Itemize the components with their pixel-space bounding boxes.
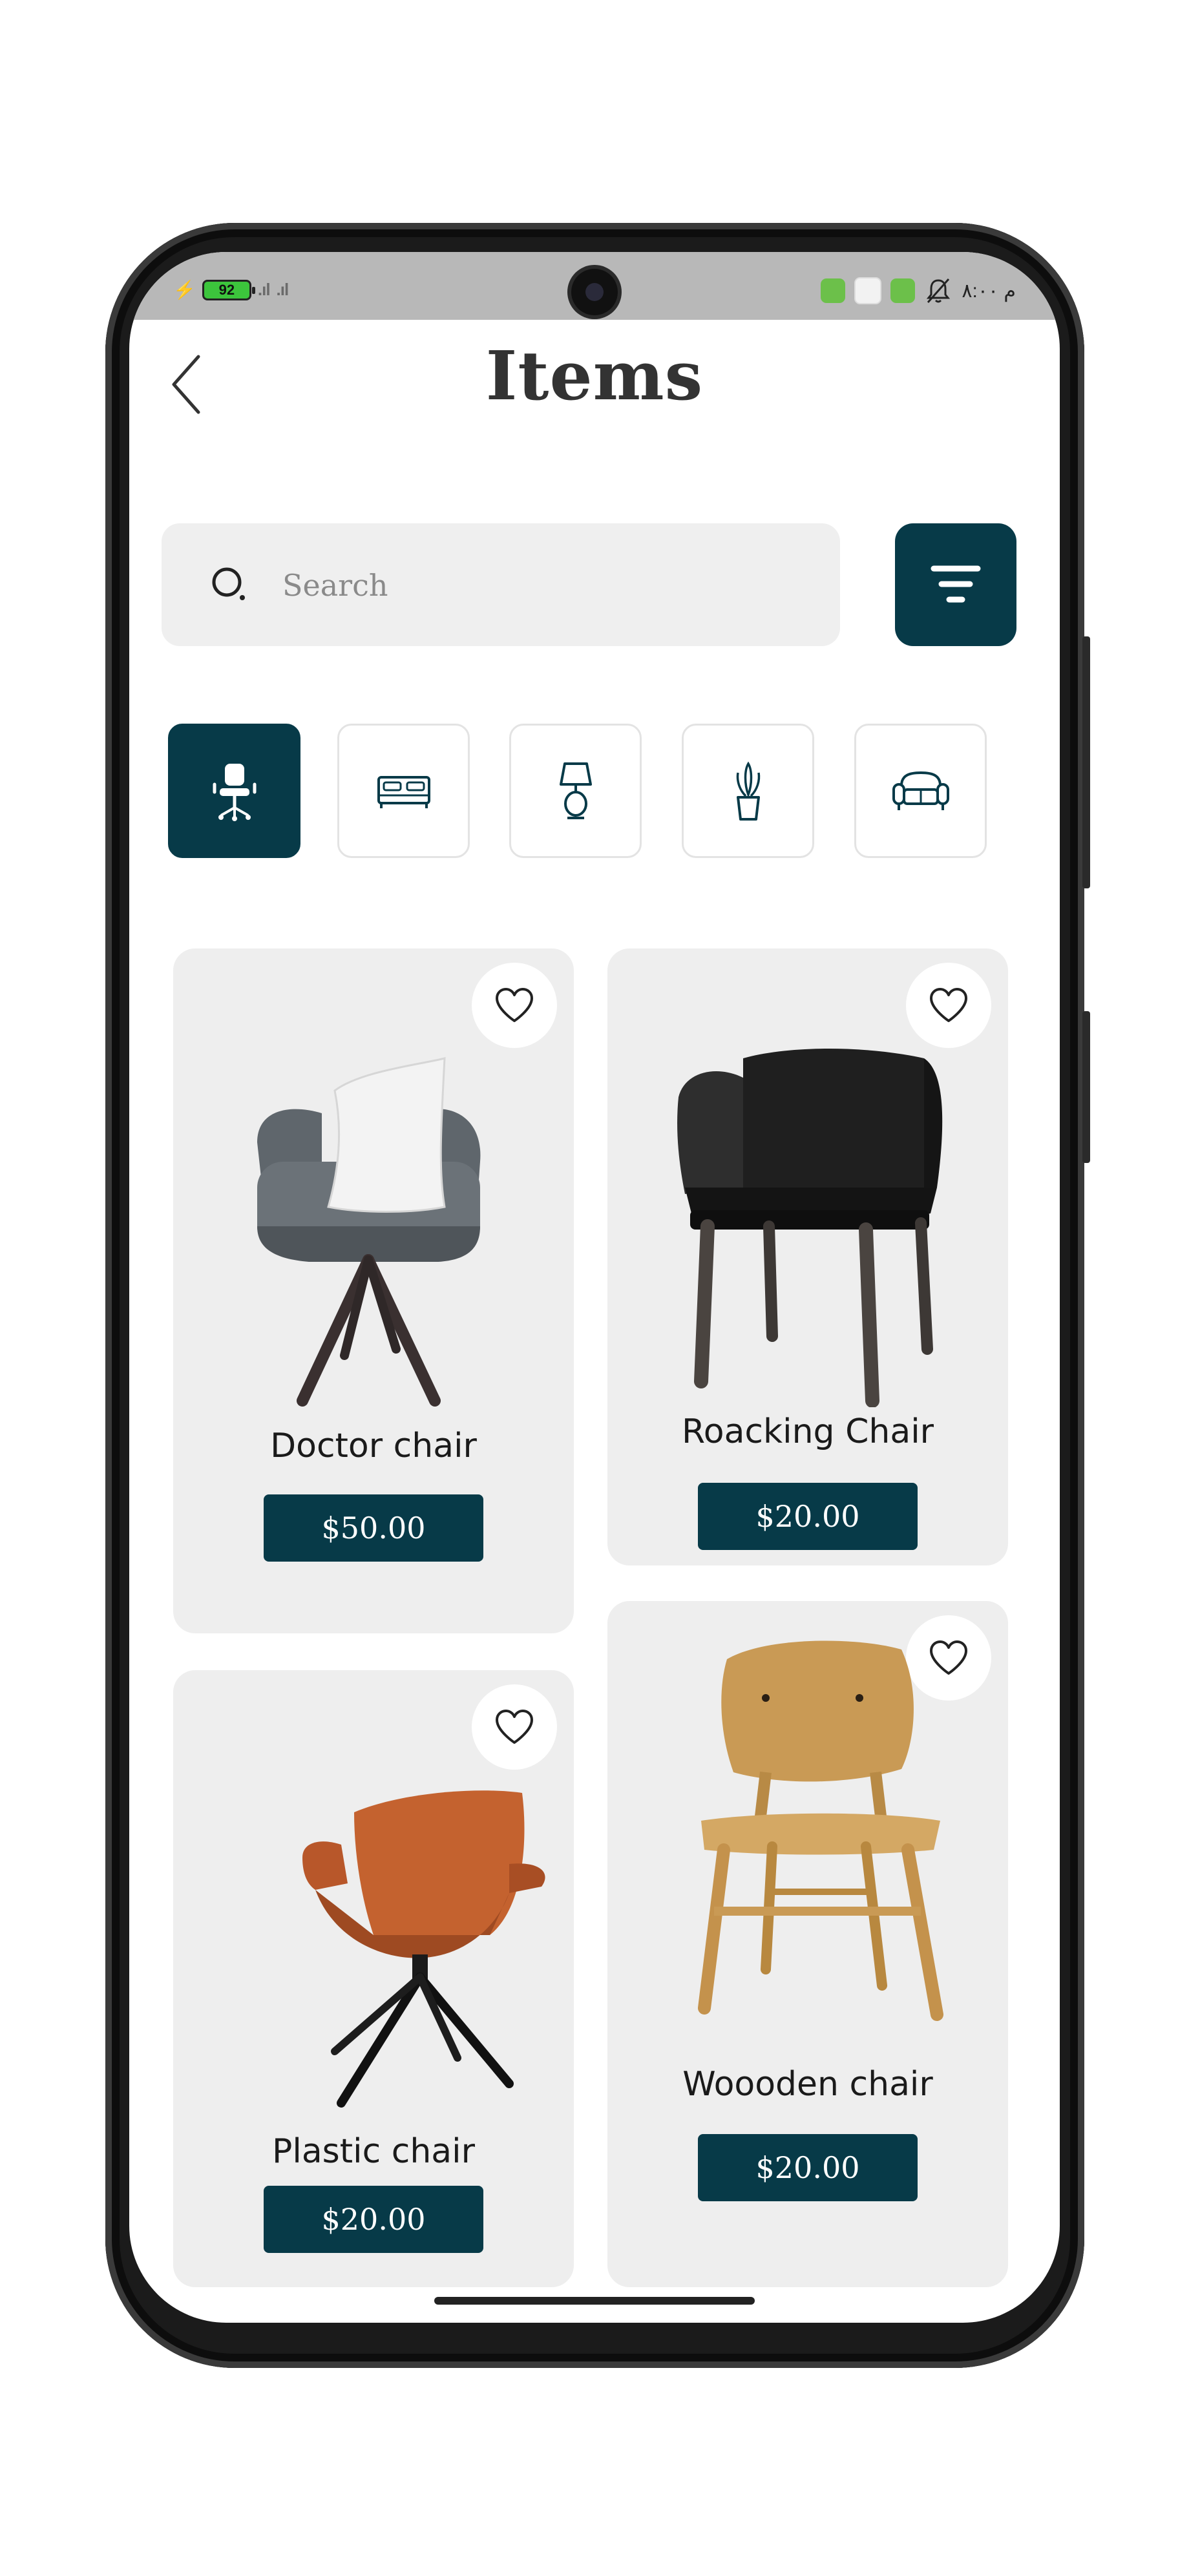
category-plants[interactable] (682, 724, 814, 858)
price-button[interactable]: $20.00 (264, 2186, 483, 2253)
price-button[interactable]: $20.00 (698, 1483, 918, 1550)
heart-icon (496, 988, 533, 1022)
signal-icon: .ıl (276, 280, 289, 299)
notification-app-icon (854, 277, 882, 304)
bed-icon (377, 776, 430, 808)
lamp-icon (559, 762, 592, 819)
product-name: Woooden chair (682, 2065, 933, 2104)
page-title: Items (485, 336, 704, 415)
product-name: Doctor chair (270, 1427, 477, 1465)
category-chairs[interactable] (168, 724, 300, 858)
status-time: م ٨:٠٠ (962, 280, 1016, 302)
office-chair-icon (213, 764, 256, 821)
plant-icon (736, 761, 760, 821)
product-card[interactable]: Doctor chair $50.00 (173, 948, 574, 1633)
product-card[interactable]: Woooden chair $20.00 (607, 1601, 1008, 2287)
search-icon (212, 567, 245, 600)
product-card[interactable]: Plastic chair $20.00 (173, 1670, 574, 2287)
power-button (1082, 1011, 1090, 1163)
filter-lines-icon (931, 565, 981, 603)
product-image-gray-armchair (257, 1057, 481, 1407)
category-lamps[interactable] (509, 724, 642, 858)
heart-icon (496, 1710, 533, 1744)
home-indicator[interactable] (434, 2297, 755, 2305)
mute-bell-icon (927, 278, 951, 303)
notification-app-icon (821, 278, 846, 303)
app-screen: ⚡ 92 .ıl .ıl م ٨:٠٠ Items Search Doctor … (129, 252, 1060, 2323)
charging-icon: ⚡ (173, 280, 196, 300)
heart-icon (930, 988, 967, 1022)
status-right: م ٨:٠٠ (821, 277, 1016, 305)
favorite-button[interactable] (472, 1684, 557, 1770)
volume-button (1082, 636, 1090, 888)
battery-indicator: 92 (202, 279, 255, 300)
category-list (168, 724, 1027, 863)
front-camera (571, 269, 618, 315)
signal-icon: .ıl (257, 280, 271, 299)
product-card[interactable]: Roacking Chair $20.00 (607, 948, 1008, 1565)
status-bar: ⚡ 92 .ıl .ıl م ٨:٠٠ (129, 252, 1060, 320)
battery-level: 92 (218, 281, 235, 298)
product-name: Plastic chair (272, 2132, 475, 2171)
search-bar[interactable] (162, 523, 840, 646)
product-name: Roacking Chair (681, 1412, 934, 1451)
status-left: ⚡ 92 .ıl .ıl (173, 279, 289, 300)
price-button[interactable]: $50.00 (264, 1494, 483, 1562)
product-image-orange-chair (302, 1790, 545, 2108)
category-beds[interactable] (337, 724, 470, 858)
price-button[interactable]: $20.00 (698, 2134, 918, 2201)
product-image-black-chair (677, 1049, 943, 1407)
sofa-icon (892, 771, 949, 810)
filter-button[interactable] (895, 523, 1016, 646)
product-image-wooden-chair (698, 1640, 943, 2021)
search-input[interactable] (281, 556, 814, 615)
notification-app-icon (890, 278, 916, 303)
category-sofas[interactable] (854, 724, 987, 858)
